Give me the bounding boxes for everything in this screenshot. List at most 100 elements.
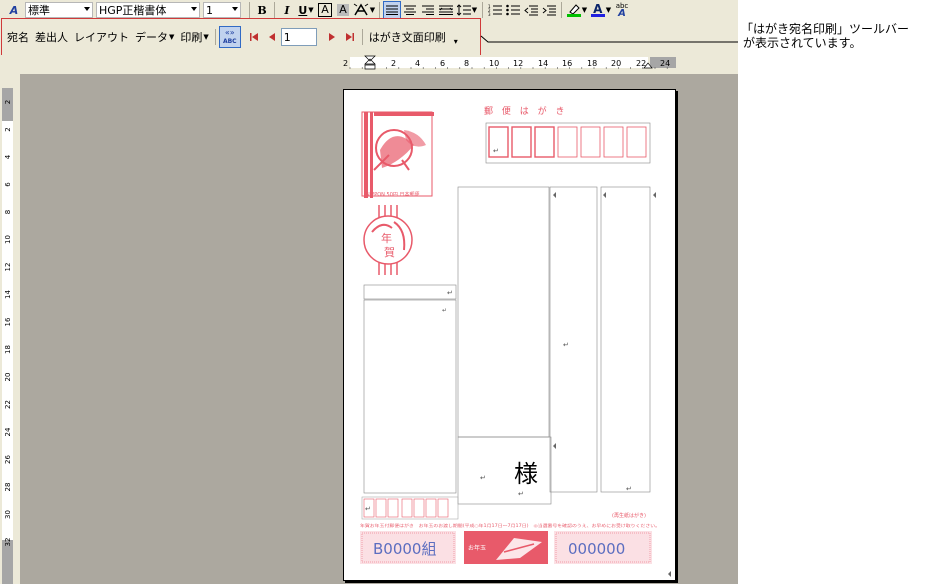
recipient-address-field[interactable] [457,186,550,438]
ruler-tick-label: 4 [4,154,12,159]
svg-text:↵: ↵ [563,341,569,349]
text-effect-button[interactable]: ▼ [352,1,376,19]
lottery-number: 000000 [568,540,625,558]
sender-postal-boxes: ↵ [361,496,459,520]
font-size-select[interactable]: 1 [203,2,241,18]
line-spacing-button[interactable]: ▼ [455,1,479,19]
last-record-button[interactable] [341,28,359,46]
style-select[interactable]: 標準 [25,2,93,18]
lottery-footnote: 年賀お年玉付郵便はがき お年玉のお渡し期間(平成○年1月17日〜7月17日) ◎… [360,522,660,528]
char-border-button[interactable]: A [316,1,334,19]
numbering-button[interactable]: 123 [486,1,504,19]
increase-indent-button[interactable] [540,1,558,19]
indent-marker-icon[interactable] [364,55,376,70]
ruler-tick-label: 2 [343,59,348,68]
ruler-tick-label: 14 [4,290,12,299]
font-color-button[interactable]: A ▼ [589,1,613,19]
annotation-text: 「はがき宛名印刷」ツールバー が表示されています。 [741,22,909,50]
style-icon[interactable]: A [5,1,23,19]
ruler-tick-label: 24 [4,427,12,436]
ruler-tick-label: 24 [660,59,670,68]
decrease-indent-button[interactable] [522,1,540,19]
next-record-button[interactable] [323,28,341,46]
sender-address-field[interactable] [363,299,457,494]
phonetic-a-glyph: A [618,8,626,19]
underline-button[interactable]: U ▼ [296,1,316,19]
horizontal-ruler[interactable]: 2 2 4 6 8 10 12 14 16 18 20 22 24 [0,55,738,70]
vertical-ruler[interactable]: 2 2 4 6 8 10 12 14 16 18 20 22 24 26 28 30 32 [0,88,15,584]
bold-button[interactable]: B [253,1,271,19]
ruler-tick-label: 6 [4,182,12,187]
data-menu[interactable]: データ ▼ [132,28,177,46]
svg-text:↵: ↵ [480,474,486,482]
font-select[interactable]: HGP正楷書体 [96,2,200,18]
postcard-page[interactable]: NIPPON 50円 日本郵便 年 賀 郵 便 は が き ↵ ↵ ↵ 様 ↵ … [343,89,676,581]
toolbar-separator [249,2,250,18]
ruler-tick-label: 20 [611,59,621,68]
ruler-tick-label: 6 [440,59,445,68]
ruler-tick-label: 10 [489,59,499,68]
line-spacing-icon [456,4,471,16]
bullets-button[interactable] [504,1,522,19]
sashidashinin-menu[interactable]: 差出人 [32,28,71,46]
annotation-line-2: が表示されています。 [743,36,862,50]
address-column-1[interactable] [549,186,598,493]
toolbar-separator [482,2,483,18]
italic-button[interactable]: I [278,1,296,19]
distribute-button[interactable] [437,1,455,19]
font-color-icon: A [590,3,605,17]
ruler-tick-label: 26 [4,455,12,464]
hagaki-print-button[interactable]: はがき文面印刷 [366,28,449,46]
ruler-tick-label: 12 [4,263,12,272]
atena-menu[interactable]: 宛名 [4,28,32,46]
first-record-button[interactable] [245,28,263,46]
chevron-down-icon: ▼ [169,33,175,41]
char-shade-glyph: A [337,3,349,16]
formatting-toolbar: A 標準 HGP正楷書体 1 B I U ▼ A A ▼ ▼ 1 2 3 ▼ A… [0,0,738,20]
distribute-icon [439,5,453,15]
align-justify-button[interactable] [383,1,401,19]
highlighter-icon [566,4,581,17]
address-column-2[interactable] [600,186,651,493]
svg-text:↵: ↵ [447,289,453,297]
ruler-tick-label: 30 [4,510,12,519]
chevron-down-icon [232,7,238,11]
align-center-button[interactable] [401,1,419,19]
ruler-tick-label: 12 [513,59,523,68]
style-select-value: 標準 [28,4,50,17]
phonetic-guide-button[interactable]: abc A [613,1,631,19]
last-record-icon [345,33,354,41]
chevron-down-icon [191,7,197,11]
postcard-title: 郵 便 は が き [484,105,567,117]
indent-icon [542,5,556,16]
vertical-ruler-ticks: 22468101214161820222426283032 [4,100,12,547]
ruler-ticks: 2 2 4 6 8 10 12 14 16 18 20 22 24 [343,55,670,70]
ruler-tick-label: 8 [464,59,469,68]
font-size-value: 1 [206,3,213,17]
print-menu[interactable]: 印刷 ▼ [177,28,211,46]
underline-glyph: U [298,3,308,17]
recycle-note: (再生紙はがき) [612,512,646,519]
align-right-button[interactable] [419,1,437,19]
chevron-down-icon: ▼ [369,6,376,14]
view-merged-data-button[interactable]: «» ABC [218,26,241,48]
toolbar-options-button[interactable]: ▾ [451,28,461,46]
sender-name-field[interactable] [363,284,457,300]
otoshidama-label: お年玉 [468,544,486,552]
chevron-down-icon: ▾ [453,36,458,46]
ruler-tick-label: 16 [562,59,572,68]
ruler-tick-label: 4 [415,59,420,68]
chevron-down-icon: ▼ [581,6,588,14]
record-number-input[interactable]: 1 [280,28,317,46]
highlight-button[interactable]: ▼ [565,1,589,19]
layout-menu[interactable]: レイアウト [71,28,132,46]
previous-record-button[interactable] [263,28,281,46]
ruler-tick-label: 32 [4,538,12,547]
svg-text:3: 3 [488,12,491,16]
chevron-down-icon [84,7,90,11]
data-menu-label: データ [135,31,168,44]
char-shading-button[interactable]: A [334,1,352,19]
svg-text:↵: ↵ [442,307,447,314]
svg-text:↵: ↵ [365,505,371,513]
chevron-down-icon: ▼ [605,6,612,14]
